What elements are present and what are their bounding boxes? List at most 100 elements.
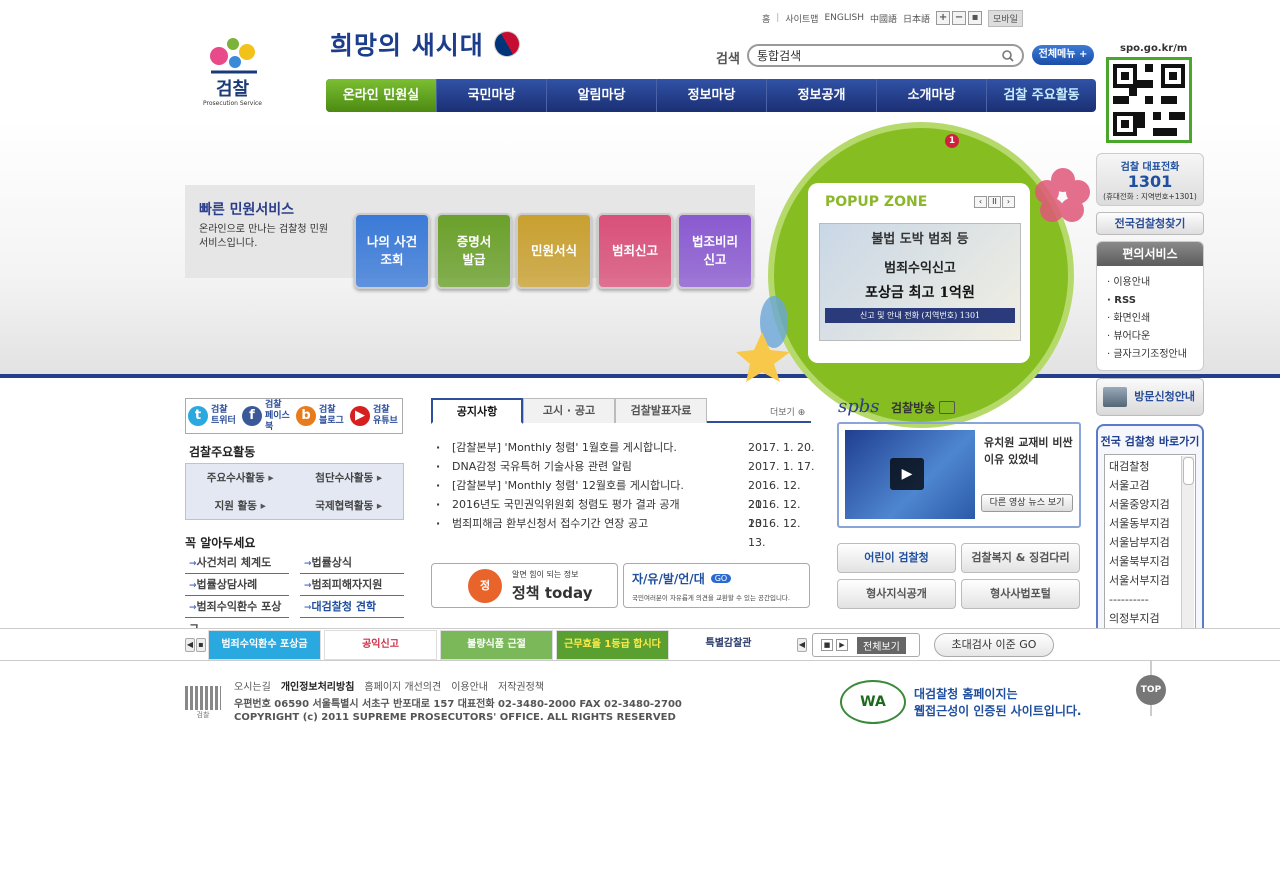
search-icon[interactable]	[1002, 49, 1014, 62]
civil-forms-button[interactable]: 민원서식	[516, 213, 592, 289]
popup-prev-button[interactable]: ‹	[974, 196, 987, 208]
sns-youtube-link[interactable]: ▶ 검찰 유튜브	[348, 399, 402, 433]
conv-item-rss[interactable]: · RSS	[1107, 292, 1193, 310]
my-case-button[interactable]: 나의 사건 조회	[354, 213, 430, 289]
notice-item[interactable]: 2016년도 국민권익위원회 청렴도 평가 결과 공개2016. 12. 13.	[436, 495, 818, 530]
qr-code[interactable]	[1106, 57, 1192, 143]
welfare-button[interactable]: 검찰복지 & 징검다리	[961, 543, 1080, 573]
strip-pause-icon[interactable]: ■	[821, 639, 833, 651]
nav-public-square[interactable]: 국민마당	[436, 79, 546, 112]
kids-prosecution-button[interactable]: 어린이 검찰청	[837, 543, 956, 573]
sns-facebook-link[interactable]: f 검찰 페이스북	[240, 399, 294, 433]
conv-item-print[interactable]: · 화면인쇄	[1107, 310, 1193, 328]
criminal-knowledge-button[interactable]: 형사지식공개	[837, 579, 956, 609]
conv-item-viewer[interactable]: · 뷰어다운	[1107, 328, 1193, 346]
popup-banner-image[interactable]: 불법 도박 범죄 등 범죄수익신고 포상금 최고 1억원 신고 및 안내 전화 …	[819, 223, 1021, 341]
font-decrease-button[interactable]: −	[952, 11, 967, 25]
office-listbox[interactable]: 대검찰청 서울고검 서울중앙지검 서울동부지검 서울남부지검 서울북부지검 서울서부지검 --…	[1104, 454, 1196, 640]
footer-copyright-policy[interactable]: 저작권정책	[498, 678, 544, 693]
full-menu-button[interactable]: 전체메뉴 +	[1032, 45, 1094, 65]
home-link[interactable]: 홈	[762, 12, 770, 25]
notice-item[interactable]: 범죄피해금 환부신청서 접수기간 연장 공고2016. 12. 13.	[436, 514, 818, 549]
strip-next-button[interactable]: ◀	[797, 638, 807, 652]
office-option[interactable]: 서울동부지검	[1109, 514, 1191, 533]
nav-info-square[interactable]: 정보마당	[656, 79, 766, 112]
know-tour[interactable]: 대검찰청 견학	[300, 596, 404, 618]
font-reset-button[interactable]: ▪	[968, 11, 983, 25]
play-icon[interactable]: ▶	[890, 458, 924, 490]
policy-today-banner[interactable]: 정 알면 힘이 되는 정보 정책 today	[431, 563, 618, 608]
strip-prev-button[interactable]: ◀	[185, 638, 195, 652]
listbox-scrollbar[interactable]	[1181, 456, 1194, 638]
conv-item-fontsize[interactable]: · 글자크기조정안내	[1107, 346, 1193, 364]
notice-title[interactable]: DNA감정 국유특허 기술사용 관련 알림	[452, 457, 748, 476]
sitemap-link[interactable]: 사이트맵	[785, 12, 818, 25]
mobile-link[interactable]: 모바일	[988, 9, 1023, 27]
nav-online-civil[interactable]: 온라인 민원실	[326, 79, 436, 112]
tab-notice[interactable]: 공지사항	[431, 398, 523, 424]
strip-banner-2[interactable]: 공익신고	[324, 630, 437, 660]
know-consult-cases[interactable]: 법률상담사례	[185, 574, 289, 596]
tab-announcements[interactable]: 고시 · 공고	[523, 398, 615, 423]
notice-title[interactable]: [감찰본부] 'Monthly 청렴' 1월호를 게시합니다.	[452, 438, 748, 457]
office-option[interactable]: ----------	[1109, 590, 1191, 609]
free-speech-banner[interactable]: 자/유/발/언/대 GO 국민여러분이 자유롭게 의견을 교환할 수 있는 공간…	[623, 563, 810, 608]
chinese-link[interactable]: 中國語	[870, 12, 897, 25]
nav-info-disclosure[interactable]: 정보공개	[766, 79, 876, 112]
notice-title[interactable]: 2016년도 국민권익위원회 청렴도 평가 결과 공개	[452, 495, 748, 514]
find-office-button[interactable]: 전국검찰청찾기	[1096, 212, 1204, 235]
notice-item[interactable]: [감찰본부] 'Monthly 청렴' 1월호를 게시합니다.2017. 1. …	[436, 438, 818, 457]
nav-main-activities[interactable]: 검찰 주요활동	[986, 79, 1096, 112]
sns-twitter-link[interactable]: t 검찰 트위터	[186, 399, 240, 433]
notice-title[interactable]: [감찰본부] 'Monthly 청렴' 12월호를 게시합니다.	[452, 476, 748, 495]
english-link[interactable]: ENGLISH	[824, 13, 864, 23]
strip-stop-button[interactable]: ▪	[196, 638, 206, 652]
japanese-link[interactable]: 日本語	[903, 12, 930, 25]
know-case-flow[interactable]: 사건처리 체계도	[185, 552, 289, 574]
tab-press[interactable]: 검찰발표자료	[615, 398, 707, 423]
prosecution-logo[interactable]: 검찰 Prosecution Service	[185, 22, 280, 114]
office-option[interactable]: 서울남부지검	[1109, 533, 1191, 552]
footer-privacy[interactable]: 개인정보처리방침	[281, 678, 355, 693]
strip-banner-5[interactable]: 특별감찰관	[672, 630, 785, 660]
criminal-justice-portal-button[interactable]: 형사사법포털	[961, 579, 1080, 609]
search-input[interactable]	[757, 48, 1002, 63]
nav-notice-square[interactable]: 알림마당	[546, 79, 656, 112]
popup-next-button[interactable]: ›	[1002, 196, 1015, 208]
notice-item[interactable]: [감찰본부] 'Monthly 청렴' 12월호를 게시합니다.2016. 12…	[436, 476, 818, 511]
know-victim-support[interactable]: 범죄피해자지원	[300, 574, 404, 596]
know-reward[interactable]: 범죄수익환수 포상금	[185, 596, 289, 636]
sns-blog-link[interactable]: b 검찰 블로그	[294, 399, 348, 433]
video-title[interactable]: 유치원 교재비 비싼 이유 있었네	[984, 434, 1074, 468]
legal-corruption-button[interactable]: 법조비리 신고	[677, 213, 753, 289]
footer-usage[interactable]: 이용안내	[451, 678, 488, 693]
office-option[interactable]: 의정부지검	[1109, 609, 1191, 628]
conv-item-usage[interactable]: · 이용안내	[1107, 274, 1193, 292]
strip-banner-4[interactable]: 근무효율 1등급 합시다	[556, 630, 669, 660]
crime-report-button[interactable]: 범죄신고	[597, 213, 673, 289]
notice-item[interactable]: DNA감정 국유특허 기술사용 관련 알림2017. 1. 17.	[436, 457, 818, 476]
font-increase-button[interactable]: +	[936, 11, 951, 25]
footer-feedback[interactable]: 홈페이지 개선의견	[364, 678, 441, 693]
activity-international[interactable]: 국제협력활동	[295, 492, 404, 520]
back-to-top-button[interactable]: TOP	[1136, 675, 1166, 705]
visit-request-button[interactable]: 방문신청안내	[1096, 378, 1204, 416]
office-option[interactable]: 서울서부지검	[1109, 571, 1191, 590]
more-video-button[interactable]: 다른 영상 뉴스 보기	[981, 494, 1073, 512]
scrollbar-thumb[interactable]	[1183, 457, 1194, 485]
popup-pause-button[interactable]: II	[988, 196, 1001, 208]
office-option[interactable]: 서울고검	[1109, 476, 1191, 495]
strip-banner-3[interactable]: 불량식품 근절	[440, 630, 553, 660]
footer-directions[interactable]: 오시는길	[234, 678, 271, 693]
activity-investigation[interactable]: 주요수사활동	[186, 464, 295, 492]
activity-support[interactable]: 지원 활동	[186, 492, 295, 520]
notice-title[interactable]: 범죄피해금 환부신청서 접수기간 연장 공고	[452, 514, 748, 533]
view-all-button[interactable]: 전체보기	[857, 636, 906, 654]
office-option[interactable]: 서울북부지검	[1109, 552, 1191, 571]
nav-introduction[interactable]: 소개마당	[876, 79, 986, 112]
certificate-button[interactable]: 증명서 발급	[436, 213, 512, 289]
strip-banner-1[interactable]: 범죄수익환수 포상금	[208, 630, 321, 660]
office-option[interactable]: 서울중앙지검	[1109, 495, 1191, 514]
know-law-basics[interactable]: 법률상식	[300, 552, 404, 574]
first-prosecutor-button[interactable]: 초대검사 이준 GO	[934, 633, 1054, 657]
